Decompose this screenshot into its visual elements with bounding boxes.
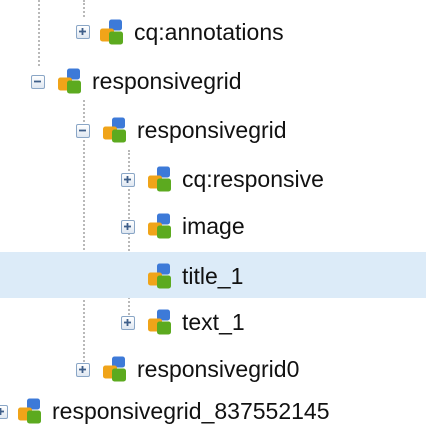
tree-row-responsivegrid0[interactable]: responsivegrid0 — [0, 347, 426, 393]
plus-icon — [124, 176, 131, 183]
node-label: image — [182, 213, 245, 239]
plus-icon — [0, 408, 4, 415]
expand-toggle[interactable] — [121, 316, 135, 330]
collapse-toggle[interactable] — [76, 124, 90, 138]
plus-icon — [79, 28, 86, 35]
node-icon — [100, 19, 123, 45]
expand-toggle[interactable] — [76, 363, 90, 377]
expand-toggle[interactable] — [121, 220, 135, 234]
tree-row-text-1[interactable]: text_1 — [0, 300, 426, 346]
minus-icon — [79, 129, 86, 132]
node-label: cq:annotations — [134, 19, 284, 45]
node-icon — [148, 309, 171, 335]
node-label: responsivegrid0 — [137, 356, 300, 382]
node-label: responsivegrid — [92, 68, 242, 94]
tree-view: cq:annotations responsivegrid responsive… — [0, 0, 426, 432]
node-icon — [103, 117, 126, 143]
expand-toggle[interactable] — [0, 405, 8, 419]
plus-icon — [124, 319, 131, 326]
node-label: cq:responsive — [182, 166, 324, 192]
tree-row-image[interactable]: image — [0, 204, 426, 250]
node-icon — [148, 213, 171, 239]
node-icon — [148, 263, 171, 289]
expand-toggle[interactable] — [76, 25, 90, 39]
tree-row-cq-annotations[interactable]: cq:annotations — [0, 10, 426, 56]
node-label: responsivegrid — [137, 117, 287, 143]
node-label: text_1 — [182, 309, 245, 335]
plus-icon — [79, 366, 86, 373]
tree-row-responsivegrid-837552145[interactable]: responsivegrid_837552145 — [0, 389, 426, 432]
tree-row-cq-responsive[interactable]: cq:responsive — [0, 157, 426, 203]
node-icon — [103, 356, 126, 382]
tree-row-responsivegrid[interactable]: responsivegrid — [0, 59, 426, 105]
node-icon — [148, 166, 171, 192]
node-icon — [18, 398, 41, 424]
node-icon — [58, 68, 81, 94]
tree-row-title-1[interactable]: title_1 — [0, 252, 426, 298]
collapse-toggle[interactable] — [31, 75, 45, 89]
node-label: title_1 — [182, 263, 244, 289]
node-label: responsivegrid_837552145 — [52, 398, 330, 424]
expand-toggle[interactable] — [121, 173, 135, 187]
plus-icon — [124, 223, 131, 230]
tree-row-responsivegrid-nested[interactable]: responsivegrid — [0, 108, 426, 154]
minus-icon — [34, 80, 41, 83]
